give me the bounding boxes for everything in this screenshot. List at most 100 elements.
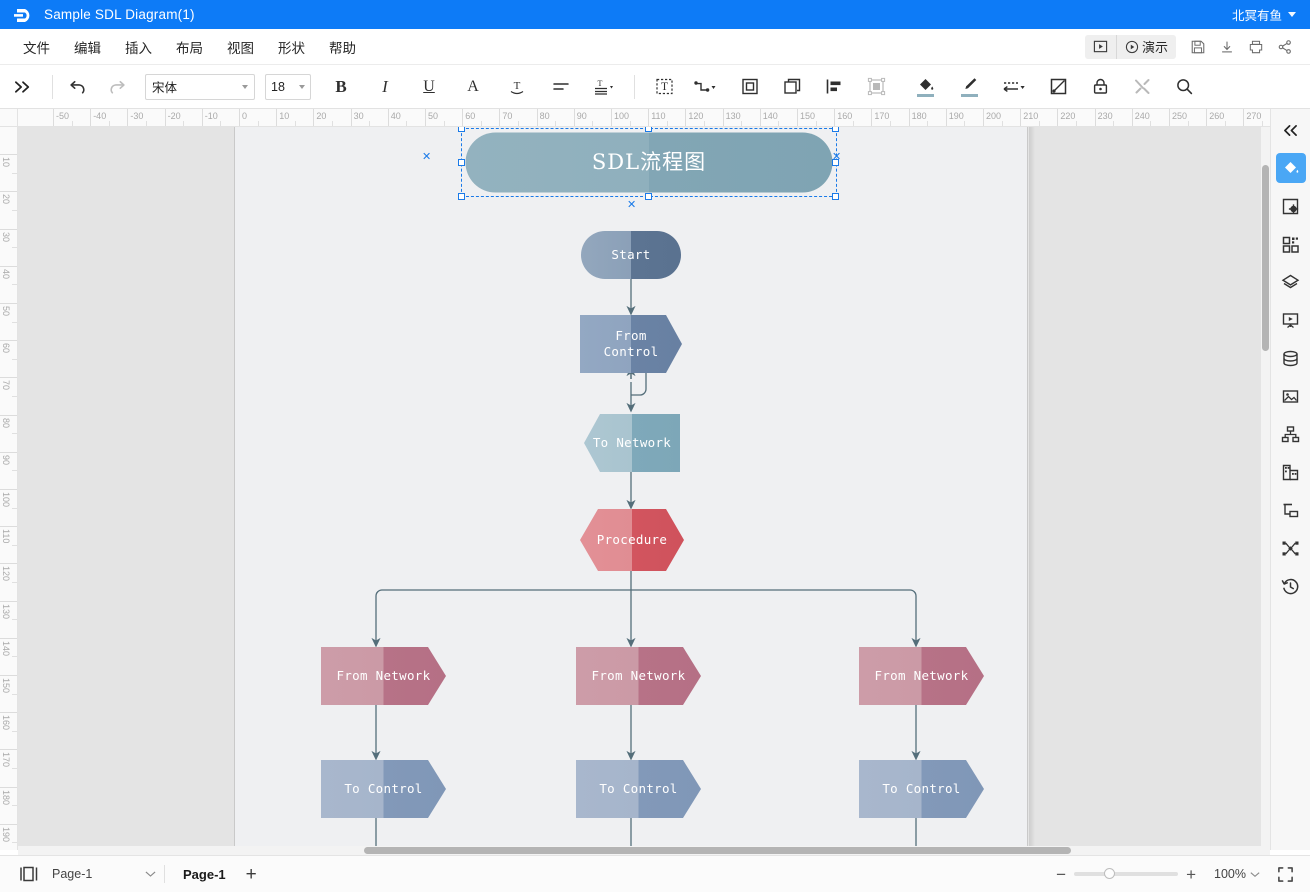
page-layout-button[interactable] bbox=[14, 859, 44, 889]
zoom-slider-knob[interactable] bbox=[1104, 868, 1116, 879]
zoom-in-button[interactable]: + bbox=[1178, 866, 1204, 883]
rail-shape-settings-button[interactable] bbox=[1276, 191, 1306, 221]
page-tab-page-1[interactable]: Page-1 bbox=[173, 867, 236, 882]
tree-layout-icon bbox=[1283, 503, 1299, 517]
shape-to-network[interactable]: To Network bbox=[584, 414, 680, 472]
shape-to-control-1[interactable]: To Control bbox=[321, 760, 446, 818]
vertical-scrollbar-thumb[interactable] bbox=[1262, 165, 1269, 351]
fill-color-button[interactable] bbox=[911, 73, 939, 101]
ruler-tick bbox=[0, 451, 17, 453]
rail-layers-button[interactable] bbox=[1276, 267, 1306, 297]
rail-fill-style-button[interactable] bbox=[1275, 153, 1306, 183]
vertical-ruler[interactable]: 10 20 30 40 50 60 70 80 90 100 110 120 130 140 150 160 1… bbox=[0, 127, 18, 850]
present-button[interactable]: 演示 bbox=[1115, 34, 1176, 59]
ruler-tick bbox=[0, 154, 17, 156]
text-effect-button[interactable]: T bbox=[503, 73, 531, 101]
user-name[interactable]: 北冥有鱼 bbox=[1232, 5, 1282, 24]
bold-button[interactable]: B bbox=[327, 73, 355, 101]
ruler-tick bbox=[0, 823, 17, 825]
undo-button[interactable] bbox=[64, 73, 92, 101]
zoom-out-button[interactable]: − bbox=[1048, 866, 1074, 883]
save-button[interactable] bbox=[1185, 34, 1211, 60]
shape-from-network-3[interactable]: From Network bbox=[859, 647, 984, 705]
font-color-button[interactable]: A bbox=[459, 73, 487, 101]
group-button[interactable] bbox=[736, 73, 764, 101]
menu-view[interactable]: 视图 bbox=[218, 33, 263, 61]
rail-apps-grid-button[interactable] bbox=[1276, 229, 1306, 259]
resize-handle-n[interactable] bbox=[645, 127, 652, 132]
chevron-down-icon[interactable] bbox=[1250, 865, 1260, 883]
menu-file[interactable]: 文件 bbox=[14, 33, 59, 61]
ruler-label: 120 bbox=[688, 111, 704, 121]
search-button[interactable] bbox=[1170, 73, 1198, 101]
collapse-panel-button[interactable] bbox=[1276, 115, 1306, 145]
menu-insert[interactable]: 插入 bbox=[116, 33, 161, 61]
edit-shape-button[interactable] bbox=[1044, 73, 1072, 101]
text-box-button[interactable]: T bbox=[650, 73, 678, 101]
tools-button[interactable] bbox=[1128, 73, 1156, 101]
duplicate-icon bbox=[783, 78, 800, 94]
shape-start[interactable]: Start bbox=[581, 231, 681, 279]
menu-layout[interactable]: 布局 bbox=[167, 33, 212, 61]
duplicate-button[interactable] bbox=[778, 73, 806, 101]
print-button[interactable] bbox=[1243, 34, 1269, 60]
resize-handle-w[interactable] bbox=[458, 159, 465, 166]
underline-button[interactable]: U bbox=[415, 73, 443, 101]
connection-point-bottom[interactable]: ✕ bbox=[627, 200, 636, 211]
shape-from-network-1[interactable]: From Network bbox=[321, 647, 446, 705]
zoom-percent-label[interactable]: 100% bbox=[1214, 867, 1246, 881]
rail-org-chart-button[interactable] bbox=[1276, 419, 1306, 449]
connection-point-left[interactable]: ✕ bbox=[422, 152, 431, 163]
align-objects-button[interactable] bbox=[820, 73, 848, 101]
line-style-button[interactable] bbox=[996, 73, 1030, 101]
share-button[interactable] bbox=[1272, 34, 1298, 60]
canvas-area[interactable]: SDL流程图 ✕ ✕ ✕ Start From Control To Netwo… bbox=[18, 127, 1270, 850]
download-button[interactable] bbox=[1214, 34, 1240, 60]
menu-help[interactable]: 帮助 bbox=[320, 33, 365, 61]
font-size-select[interactable]: 18 bbox=[265, 73, 311, 100]
chevron-down-icon[interactable] bbox=[1288, 12, 1296, 17]
ruler-label: 220 bbox=[1060, 111, 1076, 121]
resize-handle-sw[interactable] bbox=[458, 193, 465, 200]
shape-to-control-3[interactable]: To Control bbox=[859, 760, 984, 818]
slideshow-button[interactable] bbox=[1085, 35, 1116, 59]
line-spacing-button[interactable]: T bbox=[591, 73, 619, 101]
fit-screen-button[interactable] bbox=[1274, 863, 1296, 885]
lock-button[interactable] bbox=[1086, 73, 1114, 101]
line-color-button[interactable] bbox=[955, 73, 983, 101]
rail-image-button[interactable] bbox=[1276, 381, 1306, 411]
vertical-scrollbar[interactable] bbox=[1261, 127, 1270, 850]
horizontal-scrollbar[interactable] bbox=[18, 846, 1270, 855]
rail-tree-button[interactable] bbox=[1276, 495, 1306, 525]
connector-button[interactable] bbox=[688, 73, 722, 101]
add-page-button[interactable]: + bbox=[236, 865, 267, 884]
arrange-button[interactable] bbox=[862, 73, 890, 101]
italic-button[interactable]: I bbox=[371, 73, 399, 101]
page-selector[interactable]: Page-1 bbox=[52, 867, 156, 881]
font-family-select[interactable]: 宋体 bbox=[145, 73, 255, 100]
menu-shape[interactable]: 形状 bbox=[269, 33, 314, 61]
redo-button[interactable] bbox=[102, 73, 130, 101]
horizontal-scrollbar-thumb[interactable] bbox=[364, 847, 1071, 854]
resize-handle-se[interactable] bbox=[832, 193, 839, 200]
horizontal-ruler[interactable]: -50 -40 -30 -20 -10 0 10 20 30 40 50 60 70 80 90 100 110… bbox=[18, 109, 1270, 127]
resize-handle-nw[interactable] bbox=[458, 127, 465, 132]
resize-handle-s[interactable] bbox=[645, 193, 652, 200]
rail-mindmap-button[interactable] bbox=[1276, 533, 1306, 563]
resize-handle-ne[interactable] bbox=[832, 127, 839, 132]
rail-database-button[interactable] bbox=[1276, 343, 1306, 373]
connection-point-right[interactable]: ✕ bbox=[832, 152, 841, 163]
rail-presentation-button[interactable] bbox=[1276, 305, 1306, 335]
expand-toolbar-button[interactable] bbox=[0, 65, 46, 109]
shape-to-control-2[interactable]: To Control bbox=[576, 760, 701, 818]
shape-from-network-2[interactable]: From Network bbox=[576, 647, 701, 705]
menu-edit[interactable]: 编辑 bbox=[65, 33, 110, 61]
shape-procedure[interactable]: Procedure bbox=[580, 509, 684, 571]
rail-chart-button[interactable] bbox=[1276, 457, 1306, 487]
ruler-tick bbox=[0, 228, 17, 230]
shape-from-control[interactable]: From Control bbox=[580, 315, 682, 373]
zoom-slider[interactable] bbox=[1074, 868, 1179, 879]
rail-history-button[interactable] bbox=[1276, 571, 1306, 601]
ruler-tick bbox=[0, 265, 17, 267]
text-align-button[interactable] bbox=[547, 73, 575, 101]
